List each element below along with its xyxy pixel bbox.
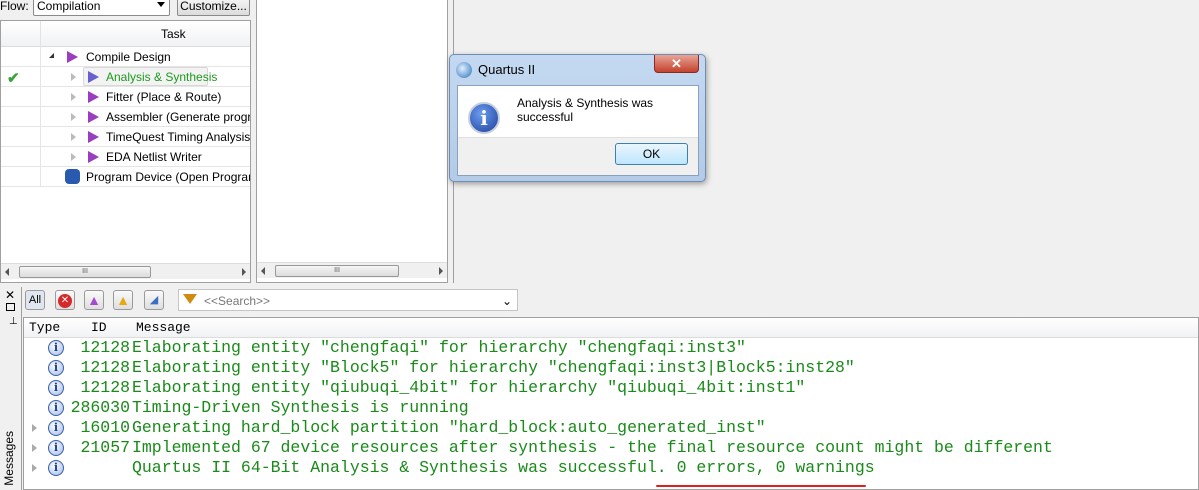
- message-id: 21057: [80, 438, 130, 457]
- task-header: Task: [1, 21, 250, 47]
- task-eda-netlist[interactable]: EDA Netlist Writer: [1, 147, 250, 167]
- message-row[interactable]: i 12128 Elaborating entity "qiubuqi_4bit" …: [24, 378, 1198, 398]
- messages-panel: All ✕ ▲ ▲ ◢ <<Search>> ⌄ Type ID Message …: [23, 287, 1199, 490]
- info-icon: i: [48, 420, 64, 436]
- message-id: 286030: [70, 398, 130, 417]
- info-icon: i: [48, 440, 64, 456]
- message-row[interactable]: i 286030 Timing-Driven Synthesis is runnin…: [24, 398, 1198, 418]
- play-icon: [88, 71, 99, 83]
- horizontal-scrollbar[interactable]: III: [257, 262, 447, 278]
- ok-button[interactable]: OK: [615, 143, 688, 165]
- message-text: Quartus II 64-Bit Analysis & Synthesis w…: [132, 458, 875, 477]
- message-row[interactable]: i Quartus II 64-Bit Analysis & Synthesis …: [24, 458, 1198, 478]
- critical-warning-icon: ▲: [87, 292, 101, 308]
- middle-panel: III: [256, 0, 448, 283]
- task-timequest[interactable]: TimeQuest Timing Analysis: [1, 127, 250, 147]
- collapsed-icon[interactable]: [32, 424, 37, 432]
- flow-value: Compilation: [37, 0, 101, 13]
- col-type[interactable]: Type: [29, 320, 60, 335]
- chevron-down-icon: [157, 2, 165, 7]
- col-message[interactable]: Message: [136, 320, 191, 335]
- message-row[interactable]: i 21057 Implemented 67 device resources af…: [24, 438, 1198, 458]
- message-text: Generating hard_block partition "hard_bl…: [132, 418, 766, 437]
- messages-header: Type ID Message: [24, 318, 1198, 338]
- play-icon: [88, 111, 99, 123]
- expanded-icon[interactable]: [49, 53, 54, 58]
- message-text: Implemented 67 device resources after sy…: [132, 438, 1053, 457]
- close-icon[interactable]: ✕: [5, 288, 15, 302]
- flow-bar: Flow: Compilation Customize...: [0, 0, 252, 18]
- float-icon[interactable]: [6, 303, 15, 311]
- task-compile-design[interactable]: Compile Design: [1, 47, 250, 67]
- message-text: Elaborating entity "qiubuqi_4bit" for hi…: [132, 378, 806, 397]
- message-id: 12128: [80, 338, 130, 357]
- play-icon: [88, 131, 99, 143]
- message-text: Elaborating entity "chengfaqi" for hiera…: [132, 338, 746, 357]
- message-id: 16010: [80, 418, 130, 437]
- task-analysis-synthesis[interactable]: ✔ Analysis & Synthesis: [1, 67, 250, 87]
- quartus-logo-icon: [456, 62, 472, 78]
- play-icon: [67, 51, 78, 63]
- col-id[interactable]: ID: [91, 320, 107, 335]
- collapsed-icon[interactable]: [71, 113, 76, 121]
- pin-icon[interactable]: ⊥: [9, 316, 18, 327]
- flow-select[interactable]: Compilation: [33, 0, 170, 16]
- collapsed-icon[interactable]: [32, 444, 37, 452]
- play-icon: [88, 151, 99, 163]
- red-underline-annotation: [656, 485, 866, 487]
- messages-side-tab: ✕ ⊥ Messages: [0, 287, 22, 490]
- task-program-device[interactable]: Program Device (Open Programmer): [1, 167, 250, 187]
- messages-table: Type ID Message i 12128 Elaborating entity…: [23, 317, 1199, 490]
- message-row[interactable]: i 16010 Generating hard_block partition "h…: [24, 418, 1198, 438]
- search-input[interactable]: <<Search>> ⌄: [178, 289, 518, 311]
- suppress-icon: ◢: [149, 294, 159, 306]
- filter-all-button[interactable]: All: [25, 290, 45, 310]
- customize-button[interactable]: Customize...: [177, 0, 250, 16]
- filter-critical-warning-button[interactable]: ▲: [84, 290, 104, 310]
- flow-label: Flow:: [0, 0, 29, 13]
- dialog-message: Analysis & Synthesis was successful: [517, 96, 654, 124]
- horizontal-scrollbar[interactable]: III: [1, 263, 250, 279]
- filter-icon: [183, 294, 197, 304]
- chevron-down-icon[interactable]: ⌄: [502, 294, 512, 308]
- info-icon: i: [48, 400, 64, 416]
- programmer-icon: [65, 169, 80, 184]
- message-id: 12128: [80, 378, 130, 397]
- message-text: Timing-Driven Synthesis is running: [132, 398, 469, 417]
- close-button[interactable]: ✕: [654, 55, 699, 73]
- error-icon: ✕: [58, 294, 72, 308]
- warning-icon: ▲: [116, 292, 130, 308]
- dialog-body: i Analysis & Synthesis was successful OK: [457, 85, 699, 176]
- task-fitter[interactable]: Fitter (Place & Route): [1, 87, 250, 107]
- message-id: 12128: [80, 358, 130, 377]
- filter-warning-button[interactable]: ▲: [113, 290, 133, 310]
- info-icon: i: [48, 360, 64, 376]
- info-icon: i: [48, 380, 64, 396]
- collapsed-icon[interactable]: [71, 153, 76, 161]
- task-assembler[interactable]: Assembler (Generate programming files): [1, 107, 250, 127]
- info-icon: i: [48, 460, 64, 476]
- success-dialog: Quartus II ✕ i Analysis & Synthesis was …: [449, 54, 706, 182]
- filter-suppressed-button[interactable]: ◢: [144, 290, 164, 310]
- task-column-header[interactable]: Task: [161, 27, 186, 41]
- message-row[interactable]: i 12128 Elaborating entity "chengfaqi" for…: [24, 338, 1198, 358]
- message-text: Elaborating entity "Block5" for hierarch…: [132, 358, 855, 377]
- collapsed-icon[interactable]: [71, 133, 76, 141]
- info-icon: i: [48, 340, 64, 356]
- check-icon: ✔: [7, 70, 20, 87]
- info-icon: i: [468, 102, 500, 134]
- message-row[interactable]: i 12128 Elaborating entity "Block5" for hi…: [24, 358, 1198, 378]
- play-icon: [88, 91, 99, 103]
- collapsed-icon[interactable]: [32, 464, 37, 472]
- collapsed-icon[interactable]: [71, 93, 76, 101]
- collapsed-icon[interactable]: [71, 73, 76, 81]
- tasks-panel: Task Compile Design ✔ Analysis & Synthesi…: [0, 20, 251, 283]
- filter-error-button[interactable]: ✕: [55, 290, 75, 310]
- messages-tab-label[interactable]: Messages: [2, 431, 16, 486]
- dialog-title: Quartus II: [478, 62, 536, 77]
